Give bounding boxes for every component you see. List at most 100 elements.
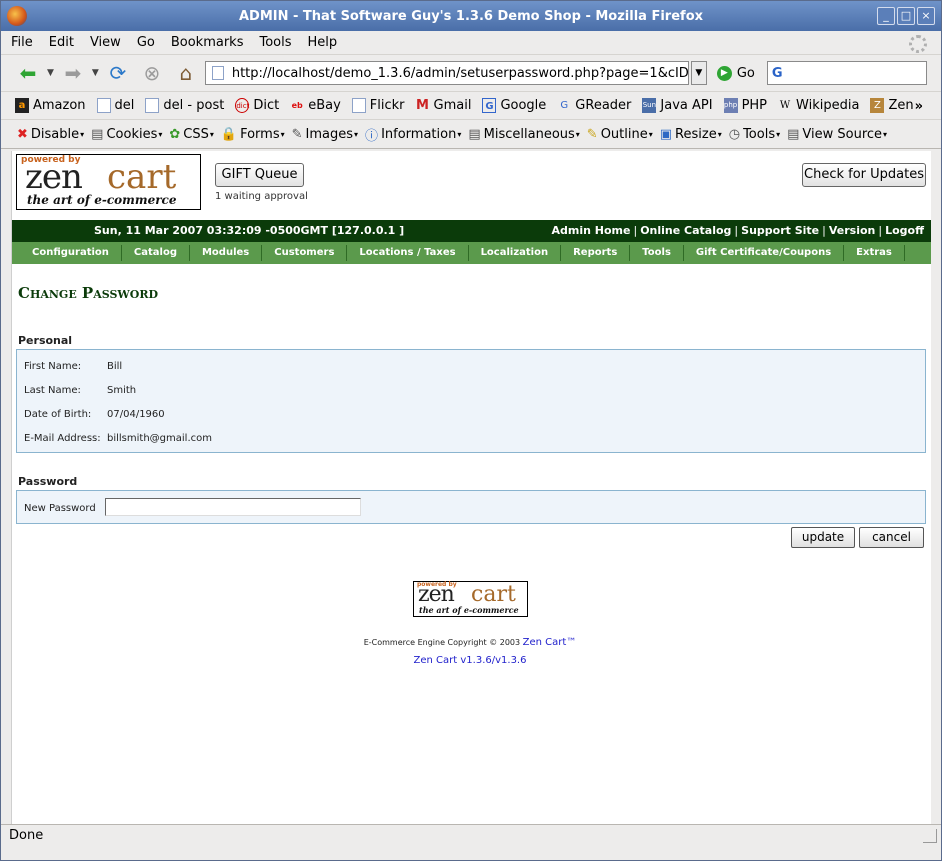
forward-dropdown-icon[interactable]: ▼: [92, 68, 99, 78]
update-button[interactable]: update: [791, 527, 855, 548]
maximize-button[interactable]: □: [897, 7, 915, 25]
dev-css-menu[interactable]: ✿ CSS ▾: [169, 127, 214, 142]
dev-menu-label: View Source: [802, 126, 883, 142]
support-site-link[interactable]: Support Site: [741, 224, 819, 237]
dev-images-menu[interactable]: ✎ Images ▾: [292, 127, 358, 142]
menu-customers[interactable]: Customers: [262, 245, 348, 261]
bookmark-dict[interactable]: dict Dict: [235, 98, 279, 113]
logoff-link[interactable]: Logoff: [885, 224, 924, 237]
bookmarks-overflow-button[interactable]: »: [915, 99, 923, 114]
admin-menu-bar: Configuration Catalog Modules Customers …: [12, 242, 931, 264]
bookmark-label: Flickr: [369, 98, 405, 113]
menu-tools[interactable]: Tools: [630, 245, 684, 261]
menu-locations-taxes[interactable]: Locations / Taxes: [347, 245, 469, 261]
bookmark-greader[interactable]: G GReader: [557, 98, 631, 113]
view-source-icon: ▤: [787, 126, 800, 142]
go-button[interactable]: ▶ Go: [716, 65, 755, 81]
bookmark-del-post[interactable]: del - post: [145, 98, 224, 113]
admin-header-bar: Sun, 11 Mar 2007 03:32:09 -0500GMT [127.…: [12, 220, 931, 242]
bookmark-label: Wikipedia: [796, 98, 860, 113]
bookmark-del[interactable]: del: [96, 98, 134, 113]
zencart-link[interactable]: Zen Cart™: [523, 637, 577, 648]
field-value: Smith: [107, 385, 137, 396]
google-search-icon: G: [771, 65, 783, 81]
bookmark-wikipedia[interactable]: W Wikipedia: [778, 98, 860, 113]
tools-icon: ◷: [728, 126, 741, 142]
cancel-button[interactable]: cancel: [859, 527, 924, 548]
dev-disable-menu[interactable]: ✖ Disable ▾: [17, 127, 84, 142]
gmail-icon: M: [416, 98, 429, 113]
menu-modules[interactable]: Modules: [190, 245, 263, 261]
new-password-label: New Password: [24, 503, 96, 514]
menu-localization[interactable]: Localization: [469, 245, 562, 261]
bookmark-flickr[interactable]: Flickr: [351, 98, 405, 113]
minimize-button[interactable]: _: [877, 7, 895, 25]
menu-reports[interactable]: Reports: [561, 245, 631, 261]
logo-zen: zen: [418, 582, 455, 607]
bookmark-php[interactable]: php PHP: [723, 98, 768, 113]
menu-bookmarks[interactable]: Bookmarks: [171, 35, 244, 50]
page-icon: [351, 98, 366, 113]
greader-icon: G: [560, 100, 569, 111]
online-catalog-link[interactable]: Online Catalog: [640, 224, 731, 237]
version-link[interactable]: Version: [829, 224, 876, 237]
dev-view-source-menu[interactable]: ▤ View Source ▾: [787, 127, 887, 142]
home-icon[interactable]: ⌂: [171, 60, 201, 86]
field-label: Date of Birth:: [24, 409, 92, 420]
menu-tools[interactable]: Tools: [259, 35, 291, 50]
admin-home-link[interactable]: Admin Home: [552, 224, 631, 237]
dev-outline-menu[interactable]: ✎ Outline ▾: [587, 127, 653, 142]
url-bar[interactable]: http://localhost/demo_1.3.6/admin/setuse…: [204, 61, 689, 85]
footer-zencart-logo[interactable]: powered by zen cart the art of e-commerc…: [413, 581, 528, 617]
stop-icon[interactable]: ⊗: [137, 60, 167, 86]
bookmark-label: GReader: [575, 98, 632, 113]
bookmark-google[interactable]: G Google: [482, 98, 546, 113]
dev-forms-menu[interactable]: 🔒 Forms ▾: [221, 127, 285, 142]
copyright-text: E-Commerce Engine Copyright © 2003: [363, 638, 521, 647]
zencart-logo[interactable]: powered by zen cart the art of e-commerc…: [16, 154, 201, 210]
page-icon: [145, 98, 160, 113]
resize-grip-icon[interactable]: [923, 829, 937, 843]
page-icon: [96, 98, 111, 113]
url-dropdown-icon[interactable]: ▼: [690, 61, 707, 85]
personal-info-box: First Name: Bill Last Name: Smith Date of …: [16, 349, 926, 453]
dev-cookies-menu[interactable]: ▤ Cookies ▾: [91, 127, 162, 142]
menu-view[interactable]: View: [90, 35, 121, 50]
menu-file[interactable]: File: [11, 35, 33, 50]
close-button[interactable]: ×: [917, 7, 935, 25]
bookmark-amazon[interactable]: a Amazon: [15, 98, 86, 113]
dev-information-menu[interactable]: ⓘ Information ▾: [365, 125, 461, 144]
dev-tools-menu[interactable]: ◷ Tools ▾: [729, 127, 780, 142]
menu-catalog[interactable]: Catalog: [122, 245, 190, 261]
dev-resize-menu[interactable]: ▣ Resize ▾: [660, 127, 722, 142]
footer-version-link[interactable]: Zen Cart v1.3.6/v1.3.6: [12, 655, 928, 666]
menu-help[interactable]: Help: [308, 35, 338, 50]
cookies-icon: ▤: [91, 126, 104, 142]
field-label: Last Name:: [24, 385, 81, 396]
bookmark-gmail[interactable]: M Gmail: [416, 98, 471, 113]
bookmark-label: PHP: [741, 98, 768, 113]
menu-configuration[interactable]: Configuration: [20, 245, 122, 261]
back-arrow-icon[interactable]: ⬅: [13, 60, 43, 86]
amazon-icon: a: [15, 98, 29, 113]
forward-arrow-icon[interactable]: ➡: [58, 60, 88, 86]
menu-extras[interactable]: Extras: [844, 245, 905, 261]
check-updates-button[interactable]: Check for Updates: [802, 163, 926, 187]
bookmark-java-api[interactable]: Sun Java API: [642, 98, 713, 113]
new-password-field[interactable]: [105, 498, 361, 516]
dev-menu-label: Forms: [240, 126, 280, 142]
reload-icon[interactable]: ⟳: [103, 60, 133, 86]
gift-queue-button[interactable]: GIFT Queue: [215, 163, 304, 187]
bookmark-ebay[interactable]: eb eBay: [290, 98, 341, 113]
menu-go[interactable]: Go: [137, 35, 155, 50]
menu-gift-certificate-coupons[interactable]: Gift Certificate/Coupons: [684, 245, 845, 261]
dev-miscellaneous-menu[interactable]: ▤ Miscellaneous ▾: [468, 127, 579, 142]
bookmark-zen[interactable]: Z Zen: [870, 98, 914, 113]
menu-edit[interactable]: Edit: [49, 35, 74, 50]
lock-icon: 🔒: [220, 126, 238, 142]
back-dropdown-icon[interactable]: ▼: [47, 68, 54, 78]
search-input[interactable]: G: [766, 61, 927, 85]
bookmark-label: Dict: [253, 98, 280, 113]
images-icon: ✎: [291, 126, 303, 142]
dev-menu-label: Resize: [675, 126, 717, 142]
